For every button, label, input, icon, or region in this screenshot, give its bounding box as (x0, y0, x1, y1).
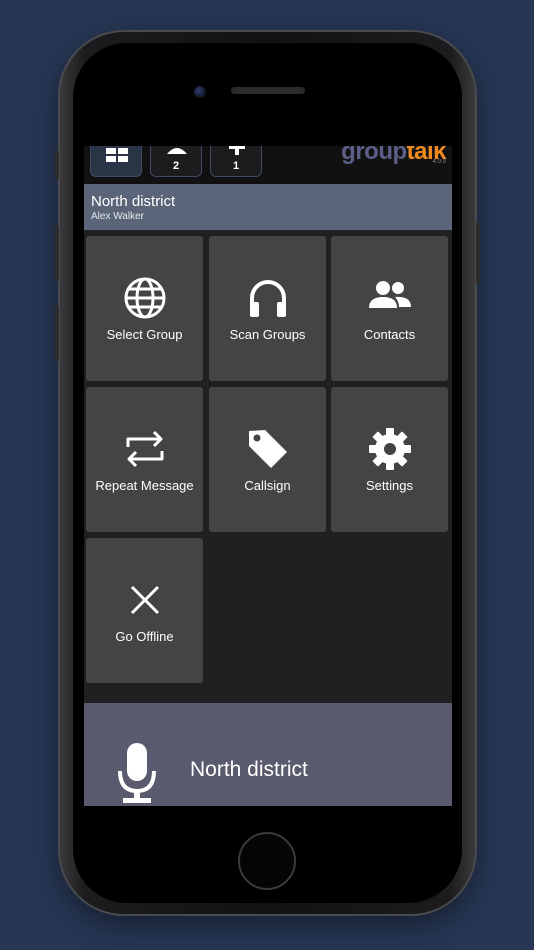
repeat-message-button[interactable]: Repeat Message (86, 387, 203, 532)
callsign-label: Callsign (244, 478, 291, 493)
microphone-icon (118, 743, 156, 803)
tab-scan-badge: 1 (232, 160, 240, 172)
headphones-icon (249, 280, 286, 317)
mute-switch (55, 150, 59, 180)
app-version: 4.0.0 (432, 159, 446, 165)
select-group-label: Select Group (106, 327, 183, 342)
contacts-icon (368, 281, 411, 308)
tag-icon (248, 430, 287, 468)
contacts-label: Contacts (363, 327, 416, 342)
app-screen: 2 1 grouptalk 4.0.0 North district Alex … (84, 146, 452, 806)
go-offline-label: Go Offline (115, 629, 174, 644)
front-camera (194, 86, 206, 98)
globe-icon (124, 277, 165, 319)
push-to-talk-bar[interactable]: North district (84, 703, 452, 806)
scan-tab-icon (229, 146, 245, 155)
repeat-message-label: Repeat Message (95, 478, 194, 493)
scan-groups-button[interactable]: Scan Groups (209, 236, 326, 381)
contacts-button[interactable]: Contacts (331, 236, 448, 381)
tab-groups-badge: 2 (172, 160, 180, 172)
callsign-button[interactable]: Callsign (209, 387, 326, 532)
select-group-button[interactable]: Select Group (86, 236, 203, 381)
current-group-header[interactable]: North district Alex Walker (84, 184, 452, 230)
power-button (476, 222, 480, 284)
volume-down-button (55, 305, 59, 361)
current-group-name: North district (91, 193, 176, 210)
earpiece-speaker (231, 87, 305, 94)
grouptalk-logo: grouptalk (341, 146, 446, 166)
top-bar: 2 1 grouptalk 4.0.0 (84, 146, 452, 184)
repeat-icon (126, 430, 163, 468)
close-icon (130, 585, 159, 615)
group-tab-icon (167, 148, 187, 154)
settings-label: Settings (366, 478, 413, 493)
tab-scan[interactable]: 1 (210, 146, 262, 177)
home-button[interactable] (238, 832, 296, 890)
tab-grid[interactable] (90, 146, 142, 177)
current-user-name: Alex Walker (91, 211, 144, 222)
scan-groups-label: Scan Groups (229, 327, 306, 342)
settings-button[interactable]: Settings (331, 387, 448, 532)
grid-icon (106, 148, 128, 162)
tab-groups[interactable]: 2 (150, 146, 202, 177)
go-offline-button[interactable]: Go Offline (86, 538, 203, 683)
volume-up-button (55, 225, 59, 281)
gear-icon (368, 428, 411, 470)
ptt-group-name: North district (190, 758, 308, 781)
logo-group-text: group (341, 146, 407, 165)
